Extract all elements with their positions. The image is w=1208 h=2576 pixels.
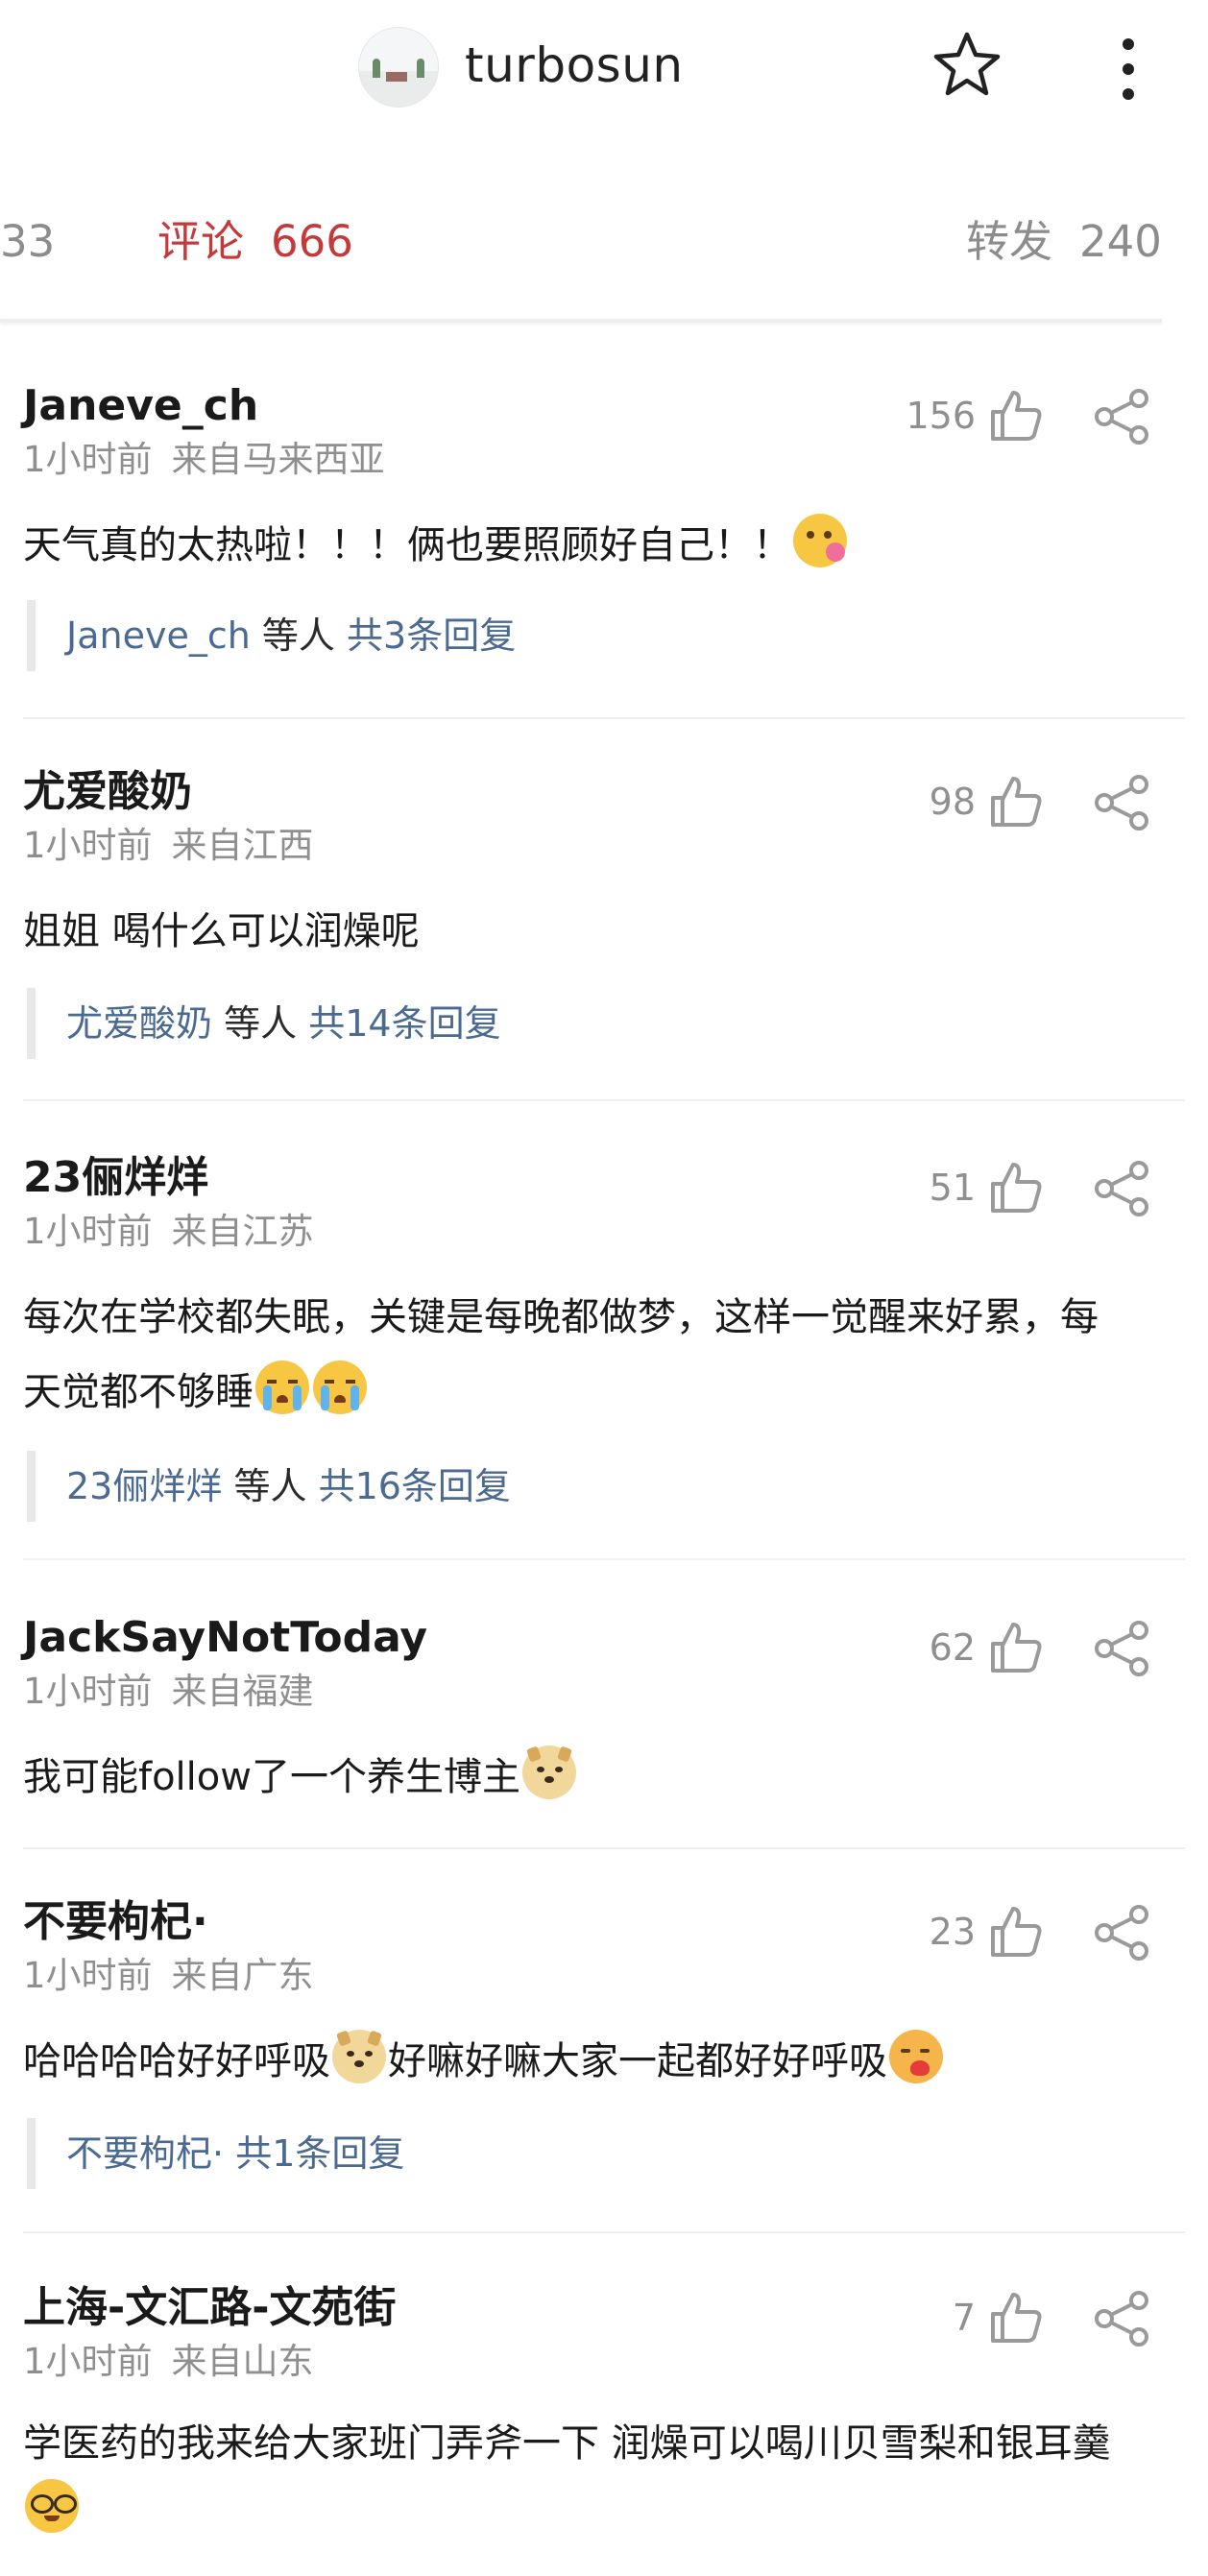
- comment-source: 来自山东: [171, 2341, 314, 2382]
- comment-meta: 1小时前 来自广东: [23, 1953, 314, 1999]
- comment-time: 1小时前: [23, 1211, 153, 1252]
- crying-emoji-icon: [255, 1360, 309, 1414]
- like-count: 51: [929, 1167, 976, 1209]
- tab-comments-label: 评论: [157, 216, 245, 267]
- comment-text: 天气真的太热啦！！！俩也要照顾好自己！！: [23, 508, 1166, 583]
- comment-divider: [23, 1558, 1185, 1560]
- top-bar: turbosun: [0, 0, 1208, 144]
- comment-time: 1小时前: [23, 1671, 153, 1712]
- comment-text: 姐姐 喝什么可以润燥呢: [23, 909, 420, 953]
- reply-preview[interactable]: 不要枸杞· 共1条回复: [27, 2118, 404, 2189]
- comment-source: 来自江苏: [171, 1211, 314, 1252]
- comment-text-content: 天气真的太热啦！！！俩也要照顾好自己！！: [23, 523, 791, 567]
- reply-total[interactable]: 共1条回复: [235, 2132, 404, 2175]
- comment-username[interactable]: 23俪烊烊: [23, 1151, 208, 1205]
- reply-user[interactable]: 尤爱酸奶: [66, 1002, 212, 1045]
- user-avatar[interactable]: [358, 27, 439, 108]
- like-count: 98: [929, 781, 976, 823]
- comment-text: 哈哈哈哈好好呼吸 好嘛好嘛大家一起都好好呼吸: [23, 2024, 1166, 2099]
- reply-preview[interactable]: 23俪烊烊 等人 共16条回复: [27, 1451, 511, 1522]
- comment-meta: 1小时前 来自福建: [23, 1669, 314, 1715]
- like-count: 62: [929, 1626, 976, 1669]
- comment-time: 1小时前: [23, 825, 153, 866]
- tab-reposts-count: 240: [1079, 216, 1162, 267]
- tab-reposts-label: 转发: [966, 216, 1053, 267]
- tab-likes-count: 33: [0, 216, 56, 267]
- tab-comments-count: 666: [271, 216, 353, 267]
- reply-mid: 等人: [261, 614, 335, 657]
- nerd-emoji-icon: [25, 2479, 79, 2533]
- more-vertical-icon[interactable]: [1104, 31, 1152, 108]
- comment-username[interactable]: 尤爱酸奶: [23, 765, 192, 819]
- thumbs-up-icon[interactable]: [987, 773, 1045, 831]
- share-icon[interactable]: [1093, 773, 1152, 832]
- comment-meta: 1小时前 来自江西: [23, 823, 314, 869]
- reply-total[interactable]: 共14条回复: [308, 1002, 500, 1045]
- comment-source: 来自广东: [171, 1955, 314, 1996]
- comment-divider: [23, 1099, 1185, 1101]
- tab-divider: [0, 319, 1162, 323]
- comment-username[interactable]: 上海-文汇路-文苑街: [23, 2281, 397, 2335]
- like-count: 7: [952, 2297, 976, 2339]
- comment-source: 来自福建: [171, 1671, 314, 1712]
- share-icon[interactable]: [1093, 1619, 1152, 1678]
- comment-time: 1小时前: [23, 2341, 153, 2382]
- comment-text-line: 学医药的我来给大家班门弄斧一下 润燥可以喝川贝雪梨和银耳羹: [23, 2421, 1111, 2466]
- share-icon[interactable]: [1093, 387, 1152, 446]
- doge-emoji-icon: [521, 1745, 576, 1799]
- share-icon[interactable]: [1093, 1159, 1152, 1218]
- reply-total[interactable]: 共16条回复: [319, 1465, 511, 1507]
- flower-emoji-icon: [793, 514, 847, 567]
- comment-meta: 1小时前 来自马来西亚: [23, 437, 385, 483]
- reply-preview[interactable]: 尤爱酸奶 等人 共14条回复: [27, 988, 501, 1059]
- reply-user[interactable]: Janeve_ch: [66, 614, 251, 657]
- tab-reposts[interactable]: 转发 240: [966, 213, 1162, 271]
- comment-divider: [23, 1847, 1185, 1849]
- crying-emoji-icon: [313, 1360, 367, 1414]
- comment-text-line: 每次在学校都失眠，关键是每晚都做梦，这样一觉醒来好累，每: [23, 1295, 1099, 1339]
- comment-divider: [23, 2231, 1185, 2233]
- tab-comments[interactable]: 评论 666: [157, 213, 353, 271]
- reply-user[interactable]: 不要枸杞·: [66, 2132, 224, 2175]
- thumbs-up-icon[interactable]: [987, 1159, 1045, 1216]
- like-count: 23: [929, 1911, 976, 1953]
- comment-text-content: 我可能follow了一个养生博主: [23, 1755, 520, 1799]
- heart-kiss-emoji-icon: [889, 2030, 943, 2083]
- comment-text-line: [23, 2477, 1166, 2544]
- comment-username[interactable]: JackSayNotToday: [23, 1611, 427, 1665]
- comment-text-content: 天觉都不够睡: [23, 1370, 254, 1414]
- like-count: 156: [906, 395, 976, 437]
- comment-time: 1小时前: [23, 439, 153, 480]
- comment-time: 1小时前: [23, 1955, 153, 1996]
- tab-likes[interactable]: 33: [0, 213, 55, 271]
- thumbs-up-icon[interactable]: [987, 1903, 1045, 1961]
- reply-mid: 等人: [224, 1002, 298, 1045]
- share-icon[interactable]: [1093, 1903, 1152, 1962]
- comment-text-line: 天觉都不够睡: [23, 1355, 1166, 1430]
- comment-meta: 1小时前 来自山东: [23, 2339, 314, 2385]
- comment-text: 我可能follow了一个养生博主: [23, 1740, 1166, 1815]
- doge-emoji-icon: [332, 2030, 386, 2083]
- reply-mid: 等人: [233, 1465, 307, 1507]
- reply-user[interactable]: 23俪烊烊: [66, 1465, 222, 1507]
- star-icon[interactable]: [933, 31, 1001, 98]
- share-icon[interactable]: [1093, 2289, 1152, 2348]
- comment-username[interactable]: Janeve_ch: [23, 379, 258, 433]
- thumbs-up-icon[interactable]: [987, 387, 1045, 445]
- comment-text: 学医药的我来给大家班门弄斧一下 润燥可以喝川贝雪梨和银耳羹: [23, 2410, 1166, 2544]
- thumbs-up-icon[interactable]: [987, 1619, 1045, 1676]
- reply-preview[interactable]: Janeve_ch 等人 共3条回复: [27, 600, 516, 671]
- comment-username[interactable]: 不要枸杞·: [23, 1895, 208, 1949]
- comment-source: 来自马来西亚: [171, 439, 385, 480]
- comment-divider: [23, 717, 1185, 719]
- tab-bar: 33 评论 666 转发 240: [0, 192, 1208, 298]
- comment-text: 每次在学校都失眠，关键是每晚都做梦，这样一觉醒来好累，每 天觉都不够睡: [23, 1280, 1166, 1430]
- comment-meta: 1小时前 来自江苏: [23, 1209, 314, 1255]
- comment-source: 来自江西: [171, 825, 314, 866]
- comment-text-content: 哈哈哈哈好好呼吸: [23, 2039, 330, 2083]
- thumbs-up-icon[interactable]: [987, 2289, 1045, 2347]
- reply-total[interactable]: 共3条回复: [347, 614, 516, 657]
- profile-name[interactable]: turbosun: [465, 36, 684, 94]
- comment-text-content: 好嘛好嘛大家一起都好好呼吸: [388, 2039, 887, 2083]
